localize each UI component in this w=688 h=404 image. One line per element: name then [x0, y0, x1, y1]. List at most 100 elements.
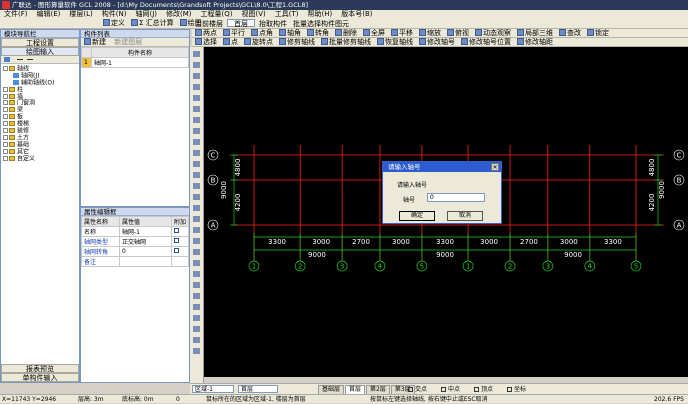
floor-select[interactable]: 首层 [238, 385, 278, 393]
component-name-cell[interactable]: 轴网-1 [91, 57, 189, 68]
table-row[interactable]: 轴网类型 正交轴网 [81, 236, 190, 247]
draw-tool-icon[interactable] [190, 346, 203, 356]
new-component-button[interactable]: 新建 [82, 38, 108, 46]
menu-item[interactable]: 版本号(B) [341, 10, 372, 18]
checkbox-icon[interactable] [173, 238, 179, 243]
table-row[interactable]: 轴网转角 0 [81, 246, 190, 257]
snap-option[interactable]: 坐标 [507, 386, 526, 394]
draw-tool-icon[interactable] [190, 225, 203, 235]
draw-tool-icon[interactable] [190, 148, 203, 158]
toolbar-button[interactable]: 锁定 [585, 29, 611, 37]
draw-tool-icon[interactable] [190, 82, 203, 92]
property-value-cell[interactable]: 轴网-1 [119, 226, 172, 237]
toolbar-button[interactable]: 缩放 [417, 29, 443, 37]
attach-cell[interactable] [170, 246, 190, 257]
draw-tool-icon[interactable] [190, 93, 203, 103]
ok-button[interactable]: 确定 [399, 211, 435, 221]
draw-tool-icon[interactable] [190, 71, 203, 81]
toolbar-button[interactable]: 修改轴号位置 [459, 38, 513, 46]
attach-cell[interactable] [170, 226, 190, 237]
toolbar-button[interactable]: 点 [221, 38, 240, 46]
toolbar-button[interactable]: 全屏 [361, 29, 387, 37]
axis-number-input[interactable]: 0 [427, 193, 485, 202]
draw-tool-icon[interactable] [190, 236, 203, 246]
expand-toggle-icon[interactable] [3, 141, 8, 147]
checkbox-icon[interactable] [474, 386, 480, 392]
draw-tool-icon[interactable] [190, 104, 203, 114]
toolbar-button[interactable]: 选择 [193, 38, 219, 46]
toolbar-button[interactable]: 修改轴号 [417, 38, 457, 46]
menu-item[interactable]: 帮助(H) [308, 10, 333, 18]
expand-toggle-icon[interactable] [3, 128, 8, 134]
draw-tool-icon[interactable] [190, 280, 203, 290]
expand-toggle-icon[interactable] [3, 107, 8, 113]
attach-cell[interactable] [170, 236, 190, 247]
tree-item[interactable]: 基础 [3, 141, 79, 149]
draw-tool-icon[interactable] [190, 258, 203, 268]
toolbar-button[interactable]: 批量修剪轴线 [319, 38, 373, 46]
table-row[interactable]: 备注 [81, 256, 190, 267]
draw-tool-icon[interactable] [190, 335, 203, 345]
menu-item[interactable]: 轴网(J) [135, 10, 157, 18]
property-value-cell[interactable] [119, 256, 172, 267]
tree-item[interactable]: 其它 [3, 148, 79, 156]
menu-item[interactable]: 编辑(E) [37, 10, 61, 18]
draw-tool-icon[interactable] [190, 313, 203, 323]
tree-item[interactable]: 墙 [3, 93, 79, 101]
project-settings-button[interactable]: 工程设置 [1, 38, 79, 47]
toolbar-button[interactable]: 抬取构件 [257, 20, 289, 28]
draw-tool-icon[interactable] [190, 247, 203, 257]
draw-tool-icon[interactable] [190, 49, 203, 59]
toolbar-button[interactable]: Σ 汇总计算 [129, 19, 176, 27]
draw-tool-icon[interactable] [190, 170, 203, 180]
menu-item[interactable]: 文件(F) [4, 10, 28, 18]
toolbar-button[interactable]: 局部三维 [515, 29, 555, 37]
tree-item[interactable]: 装修 [3, 128, 79, 135]
toolbar-button[interactable]: 批量选择构件图元 [291, 20, 351, 28]
draw-tool-icon[interactable] [190, 126, 203, 136]
toolbar-button[interactable]: 平移 [389, 29, 415, 37]
expand-toggle-icon[interactable] [3, 121, 8, 127]
attach-cell[interactable] [170, 256, 190, 267]
checkbox-icon[interactable] [173, 228, 179, 233]
collapse-toggle-icon[interactable] [3, 66, 8, 71]
close-icon[interactable]: ✕ [491, 163, 499, 171]
checkbox-icon[interactable] [441, 386, 447, 392]
single-component-input-button[interactable]: 单构件输入 [1, 373, 79, 382]
toolbar-button[interactable]: 定义 [101, 19, 127, 27]
menu-item[interactable]: 工程量(Q) [201, 10, 233, 18]
draw-tool-icon[interactable] [190, 302, 203, 312]
toolbar-button[interactable]: 查改 [557, 29, 583, 37]
report-preview-button[interactable]: 报表预览 [1, 364, 79, 373]
draw-tool-icon[interactable] [190, 115, 203, 125]
tree-item[interactable]: 梁 [3, 107, 79, 114]
snap-option[interactable]: 中点 [441, 386, 460, 394]
toolbar-button[interactable]: 删除 [333, 29, 359, 37]
menu-item[interactable]: 楼层(L) [69, 10, 92, 18]
collapse-icon[interactable] [17, 59, 23, 60]
toolbar-button[interactable]: 首层 [227, 19, 255, 28]
checkbox-icon[interactable] [507, 386, 513, 392]
tree-item[interactable]: 楼梯 [3, 121, 79, 128]
tree-item[interactable]: 门窗洞 [3, 100, 79, 107]
toolbar-button[interactable]: 点角 [249, 29, 275, 37]
draw-tool-icon[interactable] [190, 324, 203, 334]
expand-toggle-icon[interactable] [3, 114, 8, 120]
table-row[interactable]: 名称 轴网-1 [81, 226, 190, 237]
expand-toggle-icon[interactable] [3, 148, 8, 154]
toolbar-button[interactable]: 恢复轴线 [375, 38, 415, 46]
expand-toggle-icon[interactable] [3, 155, 8, 161]
tree-item[interactable]: 自定义 [3, 155, 79, 163]
toolbar-button[interactable]: 动态观察 [473, 29, 513, 37]
table-row[interactable]: 1 轴网-1 [81, 57, 189, 68]
toolbar-button[interactable]: 俯视 [445, 29, 471, 37]
tree-item[interactable]: 土方 [3, 134, 79, 142]
toolbar-button[interactable]: 修改轴距 [515, 38, 555, 46]
draw-tool-icon[interactable] [190, 159, 203, 169]
toolbar-button[interactable]: 旋转点 [242, 38, 275, 46]
draw-tool-icon[interactable] [190, 269, 203, 279]
expand-toggle-icon[interactable] [3, 134, 8, 140]
tree-item[interactable]: 轴线 [3, 66, 79, 73]
toolbar-button[interactable]: 轴角 [277, 29, 303, 37]
checkbox-icon[interactable] [408, 386, 413, 392]
